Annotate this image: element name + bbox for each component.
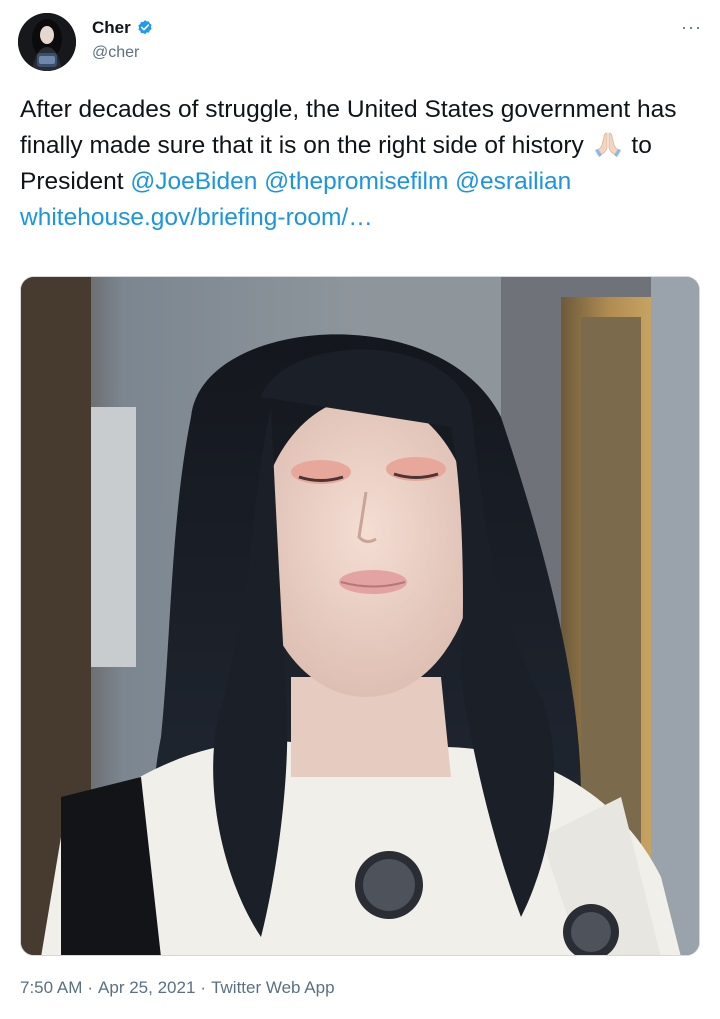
tweet-meta: 7:50 AM · Apr 25, 2021 · Twitter Web App: [20, 978, 335, 998]
tweet-text-part1: After decades of struggle, the United St…: [20, 96, 677, 159]
verified-badge-icon: [138, 20, 152, 35]
tweet-time[interactable]: 7:50 AM: [20, 978, 82, 998]
video-thumbnail[interactable]: [20, 276, 700, 956]
mention-link[interactable]: @esrailian: [455, 168, 571, 195]
video-frame-image: [21, 277, 699, 955]
meta-separator: ·: [200, 978, 207, 997]
avatar[interactable]: [18, 13, 76, 71]
url-link[interactable]: whitehouse.gov/briefing-room/…: [20, 204, 373, 231]
author-handle[interactable]: @cher: [92, 44, 139, 62]
tweet-source[interactable]: Twitter Web App: [211, 978, 334, 998]
tweet-text: After decades of struggle, the United St…: [20, 92, 702, 236]
author-name-row[interactable]: Cher: [92, 18, 154, 38]
folded-hands-emoji: [594, 132, 621, 157]
avatar-image: [18, 13, 76, 71]
mention-link[interactable]: @JoeBiden: [130, 168, 257, 195]
ellipsis-icon[interactable]: ···: [681, 18, 702, 36]
mention-link[interactable]: @thepromisefilm: [264, 168, 448, 195]
author-name[interactable]: Cher: [92, 18, 131, 38]
tweet-date[interactable]: Apr 25, 2021: [98, 978, 195, 998]
tweet-card: Cher @cher ··· After decades of struggle…: [0, 0, 720, 1019]
meta-separator: ·: [87, 978, 94, 997]
